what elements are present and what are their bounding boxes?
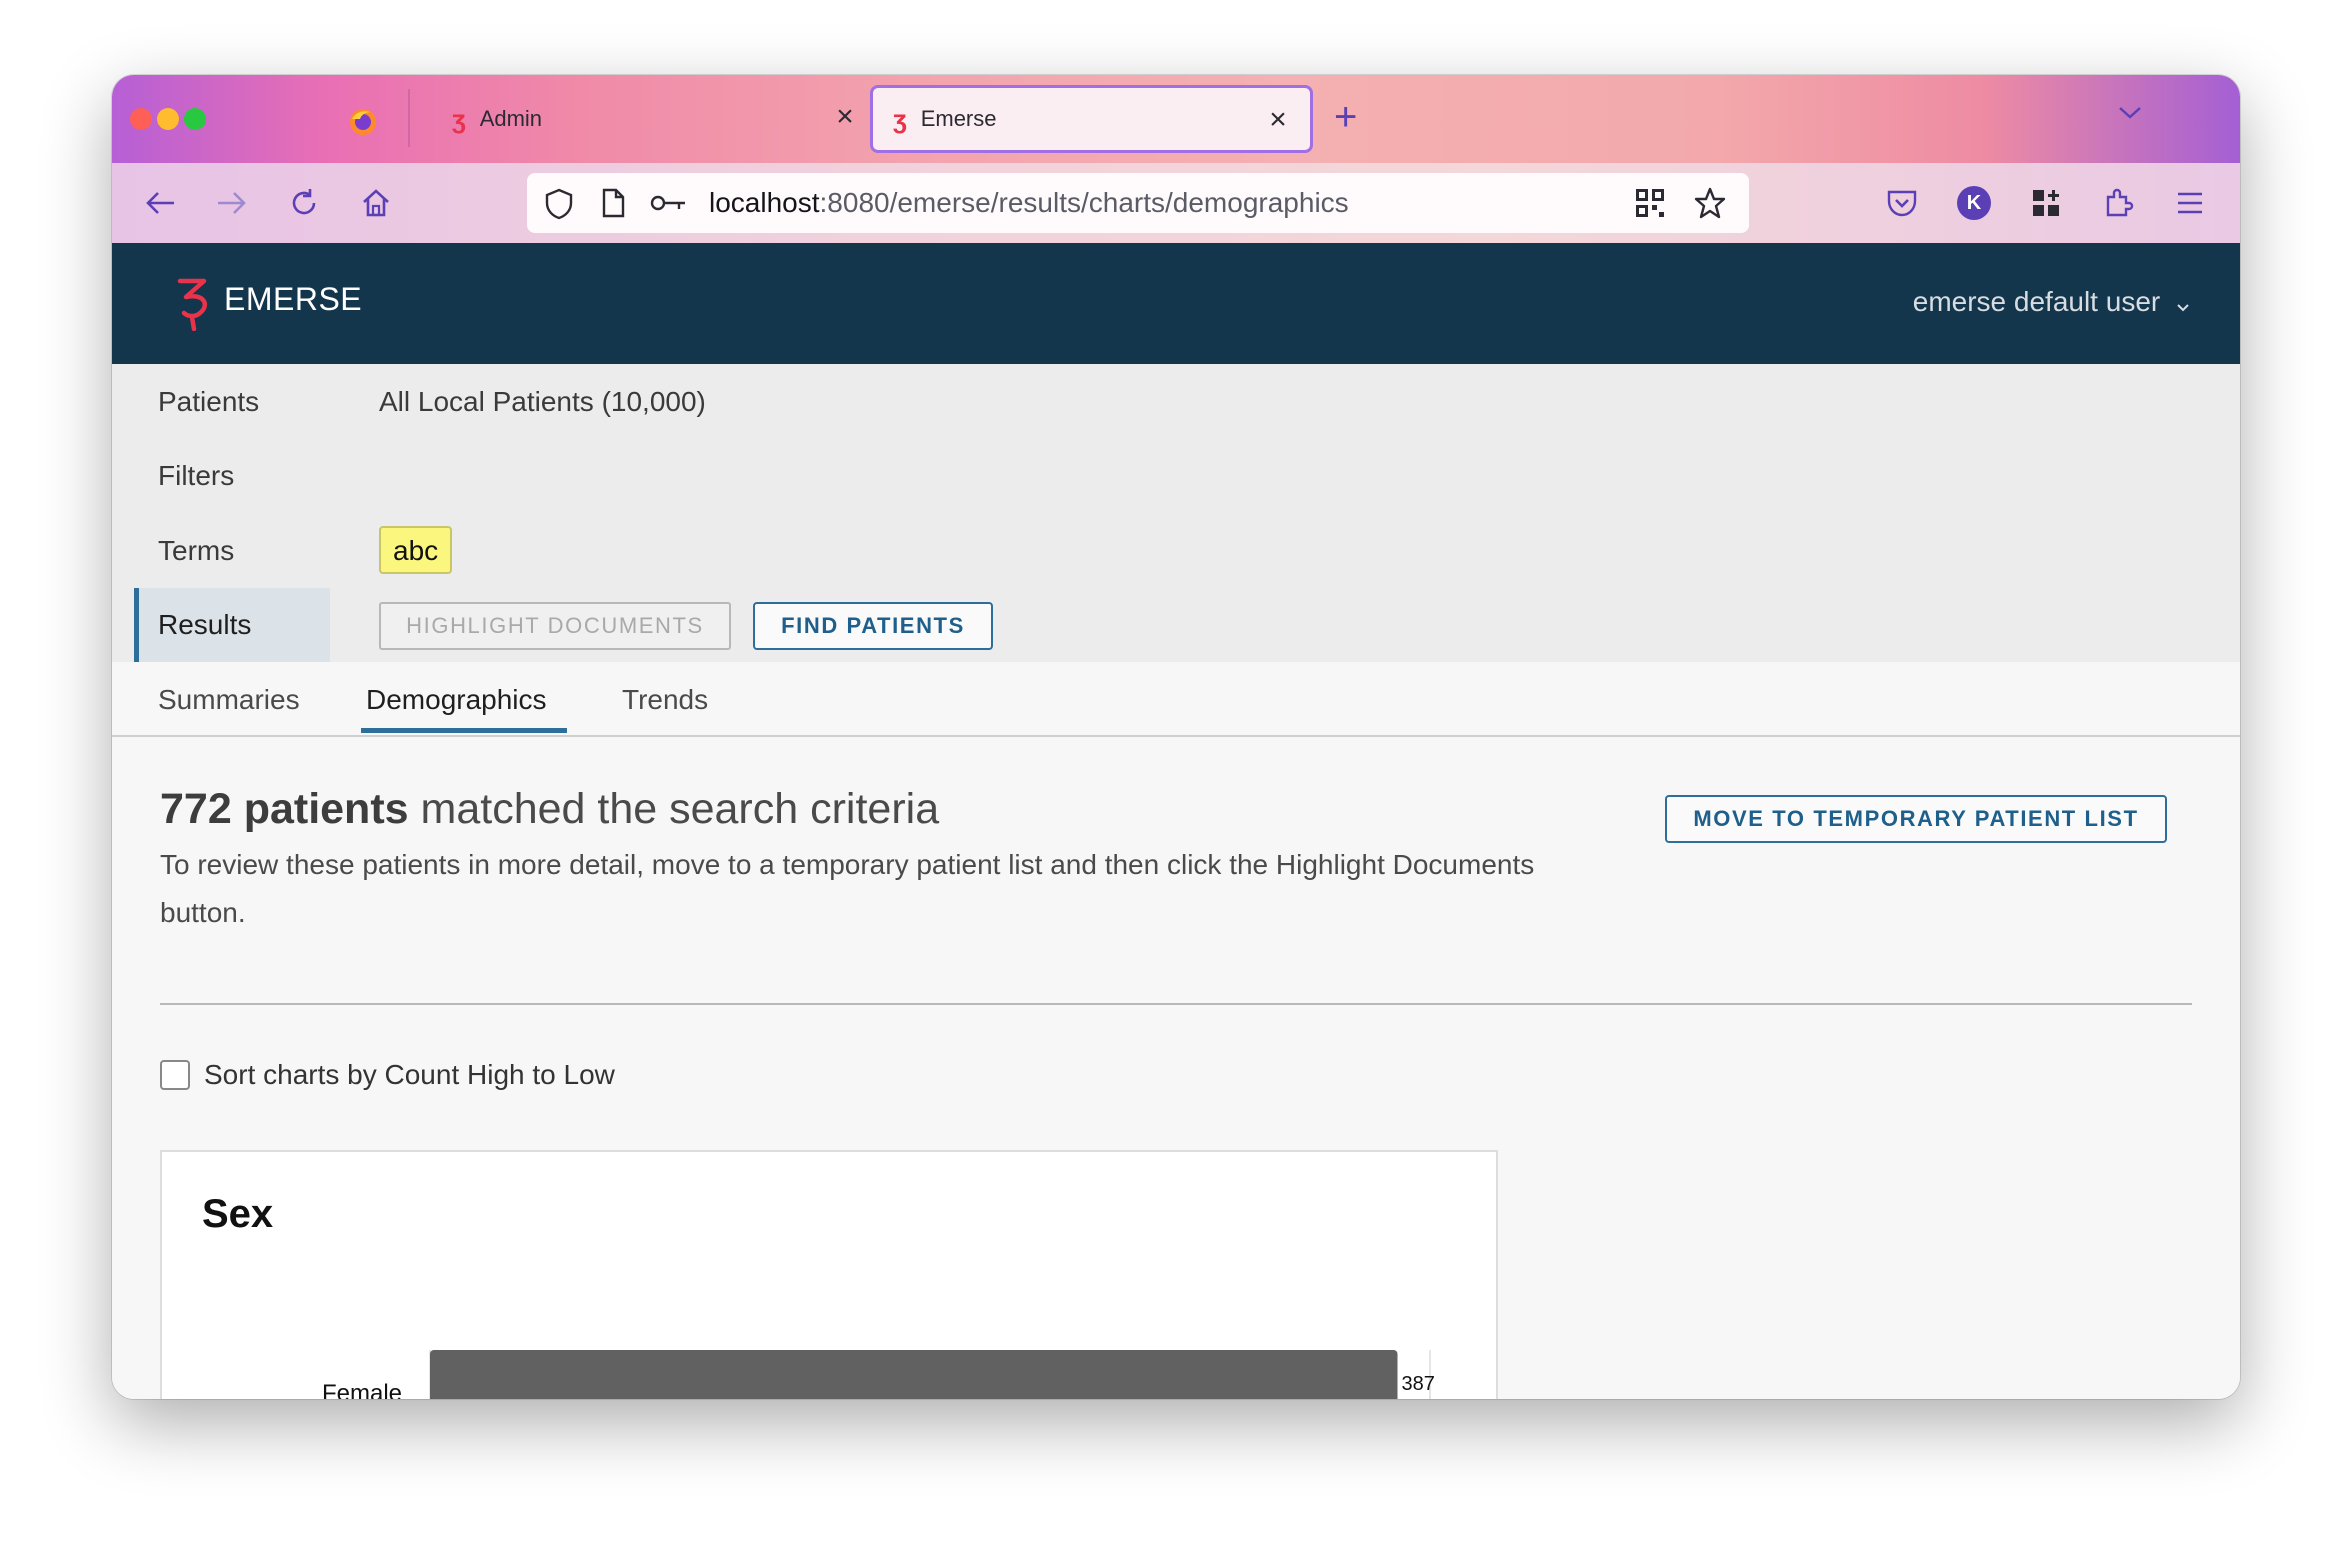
highlight-documents-button[interactable]: HIGHLIGHT DOCUMENTS xyxy=(379,602,731,650)
workflow-step-terms[interactable]: Terms xyxy=(158,535,234,567)
account-avatar-icon[interactable]: K xyxy=(1954,183,1994,223)
close-tab-icon[interactable]: × xyxy=(831,102,859,132)
bookmark-star-icon[interactable] xyxy=(1693,186,1727,225)
url-text[interactable]: localhost:8080/emerse/results/charts/dem… xyxy=(709,187,1349,219)
results-label: Results xyxy=(158,609,252,640)
active-tab-indicator xyxy=(361,728,567,733)
bar-female xyxy=(430,1350,1398,1399)
find-patients-button[interactable]: FIND PATIENTS xyxy=(753,602,993,650)
qr-code-icon[interactable] xyxy=(1634,187,1666,224)
page-info-icon[interactable] xyxy=(599,187,627,224)
demographics-content: 772 patients matched the search criteria… xyxy=(112,737,2240,1399)
firefox-icon[interactable] xyxy=(348,107,378,142)
data-label: 387 xyxy=(1402,1373,1435,1395)
minimize-window-button[interactable] xyxy=(157,108,179,130)
new-tab-plus-icon[interactable]: + xyxy=(1334,97,1357,137)
results-subtabs: Summaries Demographics Trends xyxy=(112,662,2240,737)
tab-emerse[interactable]: ʒ Emerse × xyxy=(870,85,1313,153)
divider xyxy=(160,1003,2192,1005)
category-label: Female xyxy=(322,1380,402,1399)
puzzle-extension-icon[interactable] xyxy=(2098,183,2138,223)
pocket-icon[interactable] xyxy=(1882,183,1922,223)
sex-chart-card: Sex Female 387 xyxy=(160,1150,1498,1399)
url-bar[interactable]: localhost:8080/emerse/results/charts/dem… xyxy=(527,173,1749,233)
emerse-logo-icon[interactable] xyxy=(174,275,214,336)
close-tab-icon[interactable]: × xyxy=(1264,105,1292,135)
results-description: To review these patients in more detail,… xyxy=(160,849,1535,928)
key-icon[interactable] xyxy=(649,189,689,222)
tab-demographics[interactable]: Demographics xyxy=(366,684,547,716)
list-tabs-chevron-icon[interactable] xyxy=(2116,103,2144,128)
back-arrow-icon[interactable] xyxy=(140,183,180,223)
zoom-window-button[interactable] xyxy=(184,108,206,130)
sort-by-count-label[interactable]: Sort charts by Count High to Low xyxy=(204,1059,615,1091)
brand-name[interactable]: EMERSE xyxy=(224,281,362,318)
close-window-button[interactable] xyxy=(130,108,152,130)
avatar-initial: K xyxy=(1957,186,1991,220)
move-to-temporary-list-button[interactable]: MOVE TO TEMPORARY PATIENT LIST xyxy=(1665,795,2167,843)
app-header: EMERSE emerse default user xyxy=(112,243,2240,364)
headline-rest: matched the search criteria xyxy=(408,785,940,833)
patient-count: 772 patients xyxy=(160,785,409,833)
sex-bar-chart: Female 387 xyxy=(322,1350,1435,1399)
tab-title: Emerse xyxy=(920,106,997,131)
emerse-tab-icon: ʒ xyxy=(452,103,466,134)
workflow-step-results[interactable]: Results xyxy=(134,588,330,662)
tab-strip: ʒ Admin × ʒ Emerse × + xyxy=(112,75,2240,163)
tab-summaries[interactable]: Summaries xyxy=(158,684,300,716)
results-headline: 772 patients matched the search criteria xyxy=(160,785,939,834)
user-menu[interactable]: emerse default user xyxy=(1913,286,2190,320)
user-menu-label: emerse default user xyxy=(1912,286,2161,317)
workflow-panel: Patients All Local Patients (10,000) Fil… xyxy=(112,364,2240,662)
browser-window: ʒ Admin × ʒ Emerse × + localhost:8080/em… xyxy=(112,75,2240,1399)
reload-icon[interactable] xyxy=(284,183,324,223)
extensions-grid-icon[interactable] xyxy=(2026,183,2066,223)
workflow-step-patients[interactable]: Patients xyxy=(158,386,259,418)
home-icon[interactable] xyxy=(356,183,396,223)
tab-trends[interactable]: Trends xyxy=(622,684,708,716)
hamburger-menu-icon[interactable] xyxy=(2170,183,2210,223)
sort-by-count-checkbox[interactable] xyxy=(160,1060,190,1090)
forward-arrow-icon[interactable] xyxy=(212,183,252,223)
term-chip[interactable]: abc xyxy=(379,526,453,574)
patients-value[interactable]: All Local Patients (10,000) xyxy=(379,386,706,418)
tab-title: Admin xyxy=(479,106,543,131)
workflow-step-filters[interactable]: Filters xyxy=(158,460,234,492)
emerse-tab-icon: ʒ xyxy=(893,103,907,134)
nav-toolbar: localhost:8080/emerse/results/charts/dem… xyxy=(112,163,2240,243)
tab-admin[interactable]: ʒ Admin × xyxy=(422,85,877,153)
chevron-down-icon xyxy=(2176,288,2190,320)
shield-icon[interactable] xyxy=(543,187,575,226)
